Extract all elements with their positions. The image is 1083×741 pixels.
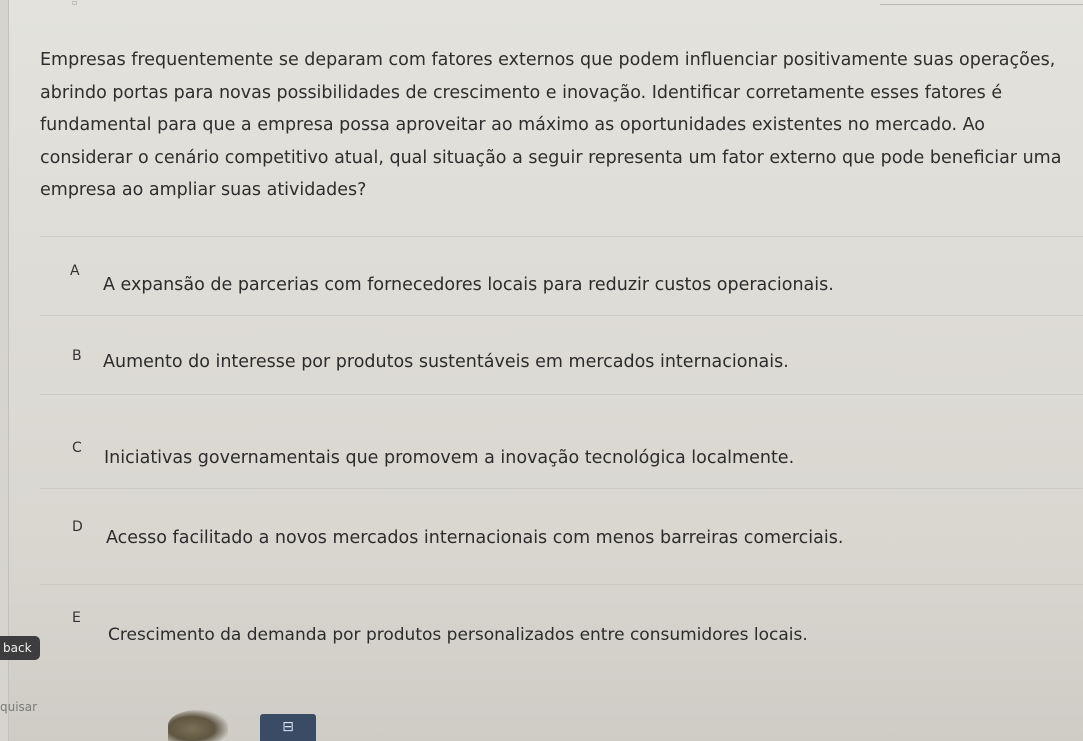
quit-link[interactable]: quisar	[0, 700, 37, 714]
taskbar-area: ⊟	[160, 706, 320, 741]
option-letter: E	[72, 610, 81, 626]
option-text: Iniciativas governamentais que promovem …	[104, 448, 795, 468]
option-a[interactable]: A A expansão de parcerias com fornecedor…	[40, 237, 1083, 316]
option-letter: D	[72, 519, 83, 535]
option-letter: A	[70, 263, 80, 279]
option-letter: B	[72, 348, 82, 364]
option-c[interactable]: C Iniciativas governamentais que promove…	[40, 410, 1083, 489]
top-divider	[880, 4, 1083, 5]
option-b[interactable]: B Aumento do interesse por produtos sust…	[40, 316, 1083, 395]
left-rail	[0, 0, 9, 741]
question-text: Empresas frequentemente se deparam com f…	[40, 50, 1062, 200]
option-e[interactable]: E Crescimento da demanda por produtos pe…	[40, 600, 1083, 678]
option-text: Acesso facilitado a novos mercados inter…	[106, 528, 844, 548]
taskbar-thumbnail	[168, 710, 228, 741]
option-letter: C	[72, 440, 82, 456]
option-text: A expansão de parcerias com fornecedores…	[103, 275, 834, 295]
back-button[interactable]: back	[0, 636, 40, 660]
app-icon[interactable]: ⊟	[260, 714, 316, 741]
option-d[interactable]: D Acesso facilitado a novos mercados int…	[40, 506, 1083, 585]
option-text: Aumento do interesse por produtos susten…	[103, 352, 789, 372]
top-mark: ▫	[72, 0, 78, 7]
option-text: Crescimento da demanda por produtos pers…	[108, 625, 808, 645]
